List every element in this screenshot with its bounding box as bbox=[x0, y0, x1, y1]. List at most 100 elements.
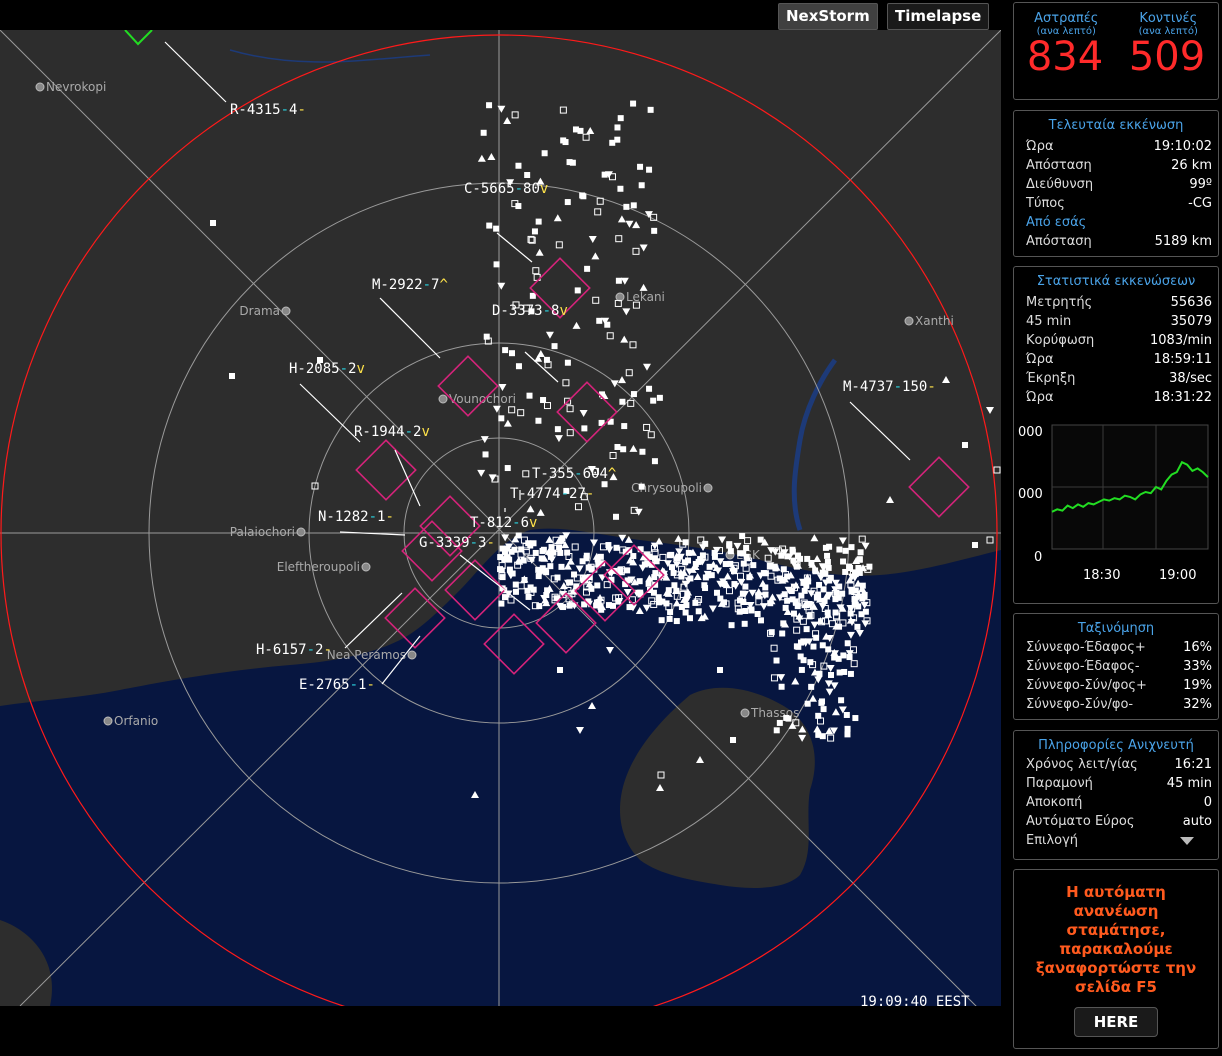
strike-mark bbox=[498, 415, 505, 422]
strike-mark bbox=[800, 638, 807, 645]
strike-mark bbox=[666, 552, 673, 559]
strike-mark bbox=[697, 556, 704, 563]
strike-mark bbox=[750, 562, 757, 569]
strike-mark bbox=[564, 359, 571, 366]
last-direction-row: Διεύθυνση 99º bbox=[1026, 177, 1212, 192]
strike-mark bbox=[609, 139, 616, 146]
lightning-map[interactable]: Nevrokopi Drama Vounochori Palaiochori Eleft… bbox=[0, 30, 1001, 1006]
chart-y-label: 000 bbox=[1018, 487, 1043, 502]
city-label: Drama bbox=[239, 304, 280, 318]
strike-mark bbox=[754, 611, 761, 618]
tab-timelapse[interactable]: Timelapse bbox=[887, 3, 990, 30]
storm-id-text: R-4315-4- bbox=[230, 102, 306, 118]
strike-mark bbox=[673, 618, 680, 625]
storm-id-text: R-1944-2v bbox=[354, 424, 430, 440]
strike-mark bbox=[658, 617, 665, 624]
strike-mark bbox=[838, 697, 845, 704]
city-marker: Nea Peramos bbox=[327, 648, 417, 662]
strike-mark bbox=[630, 391, 637, 398]
strike-mark bbox=[848, 544, 855, 551]
strike-mark bbox=[835, 594, 842, 601]
strike-mark bbox=[730, 737, 736, 743]
strike-mark bbox=[785, 715, 792, 722]
strike-mark bbox=[646, 385, 653, 392]
city-label: Thassos bbox=[750, 706, 799, 720]
strike-mark bbox=[531, 228, 538, 235]
strike-mark bbox=[525, 593, 532, 600]
city-label: Nevrokopi bbox=[46, 80, 106, 94]
city-marker: Nevrokopi bbox=[35, 80, 106, 94]
strike-mark bbox=[566, 579, 573, 586]
strike-mark bbox=[651, 458, 658, 465]
strike-mark bbox=[857, 549, 864, 556]
strike-mark bbox=[669, 564, 676, 571]
strike-mark bbox=[695, 608, 702, 615]
last-discharge-panel: Τελευταία εκκένωση Ώρα 19:10:02 Απόσταση 2… bbox=[1013, 110, 1219, 257]
select-dropdown[interactable]: Επιλογή bbox=[1014, 831, 1218, 850]
near-value: 509 bbox=[1128, 34, 1206, 80]
strike-mark bbox=[584, 265, 591, 272]
strike-mark bbox=[656, 394, 663, 401]
strike-mark bbox=[540, 397, 547, 404]
strike-mark bbox=[508, 350, 515, 357]
classification-title: Ταξινόμηση bbox=[1077, 621, 1155, 636]
strike-mark bbox=[550, 549, 557, 556]
strike-mark bbox=[486, 102, 493, 109]
classification-panel: Ταξινόμηση Σύννεφο-Έδαφος+ 16% Σύννεφο-Έδ… bbox=[1013, 613, 1219, 720]
strike-mark bbox=[793, 643, 800, 650]
strike-mark bbox=[741, 620, 748, 627]
strike-mark bbox=[842, 547, 849, 554]
chart-x-label: 18:30 bbox=[1083, 568, 1120, 583]
strike-mark bbox=[558, 563, 565, 570]
strike-mark bbox=[728, 622, 735, 629]
tab-nexstorm[interactable]: NexStorm bbox=[778, 3, 878, 30]
discharge-stats-panel: Στατιστικά εκκενώσεων Μετρητής 55636 45 m… bbox=[1013, 266, 1219, 604]
strike-mark bbox=[574, 287, 581, 294]
strike-mark bbox=[762, 570, 769, 577]
strike-mark bbox=[638, 483, 645, 490]
strike-mark bbox=[535, 218, 542, 225]
strike-mark bbox=[803, 626, 810, 633]
strike-mark bbox=[577, 127, 584, 134]
strike-mark bbox=[810, 643, 817, 650]
detector-info-title: Πληροφορίες Ανιχνευτή bbox=[1038, 738, 1194, 753]
strike-mark bbox=[843, 711, 850, 718]
storm-id-text: T-355-604^ bbox=[532, 466, 616, 482]
strike-mark bbox=[493, 261, 500, 268]
strike-mark bbox=[701, 582, 708, 589]
strike-mark bbox=[687, 575, 694, 582]
storm-id-text: G-3339-3- bbox=[419, 535, 495, 551]
strike-mark bbox=[844, 731, 851, 738]
from-you-heading: Από εσάς bbox=[1026, 215, 1087, 230]
strike-mark bbox=[560, 137, 567, 144]
detector-row: Αποκοπή 0 bbox=[1026, 795, 1212, 810]
city-marker: Eleftheroupoli bbox=[277, 560, 371, 574]
strike-mark bbox=[515, 203, 522, 210]
strike-mark bbox=[480, 129, 487, 136]
strike-mark bbox=[535, 573, 542, 580]
strike-mark bbox=[798, 666, 805, 673]
storm-id-text: M-2922-7^ bbox=[372, 277, 448, 293]
strike-mark bbox=[210, 220, 216, 226]
strike-mark bbox=[535, 417, 542, 424]
strike-mark bbox=[515, 162, 522, 169]
refresh-notice: Η αυτόματη ανανέωση σταμάτησε, παρακαλού… bbox=[1035, 883, 1197, 996]
city-label: Eleftheroupoli bbox=[277, 560, 360, 574]
class-row: Σύννεφο-Έδαφος- 33% bbox=[1026, 659, 1212, 674]
strike-mark bbox=[678, 603, 685, 610]
strike-mark bbox=[819, 733, 826, 740]
strike-mark bbox=[757, 536, 764, 543]
strike-mark bbox=[554, 574, 561, 581]
strike-mark bbox=[617, 185, 624, 192]
strike-mark bbox=[566, 602, 573, 609]
strike-mark bbox=[682, 539, 689, 546]
strike-mark bbox=[820, 586, 827, 593]
storm-id-text: M-4737-150- bbox=[843, 379, 936, 395]
chevron-down-icon[interactable] bbox=[1180, 837, 1194, 845]
strike-mark bbox=[583, 555, 590, 562]
stat-row: 45 min 35079 bbox=[1026, 314, 1212, 329]
here-button[interactable]: HERE bbox=[1074, 1007, 1158, 1037]
strike-mark bbox=[623, 203, 630, 210]
strike-mark bbox=[826, 543, 833, 550]
strike-mark bbox=[637, 589, 644, 596]
